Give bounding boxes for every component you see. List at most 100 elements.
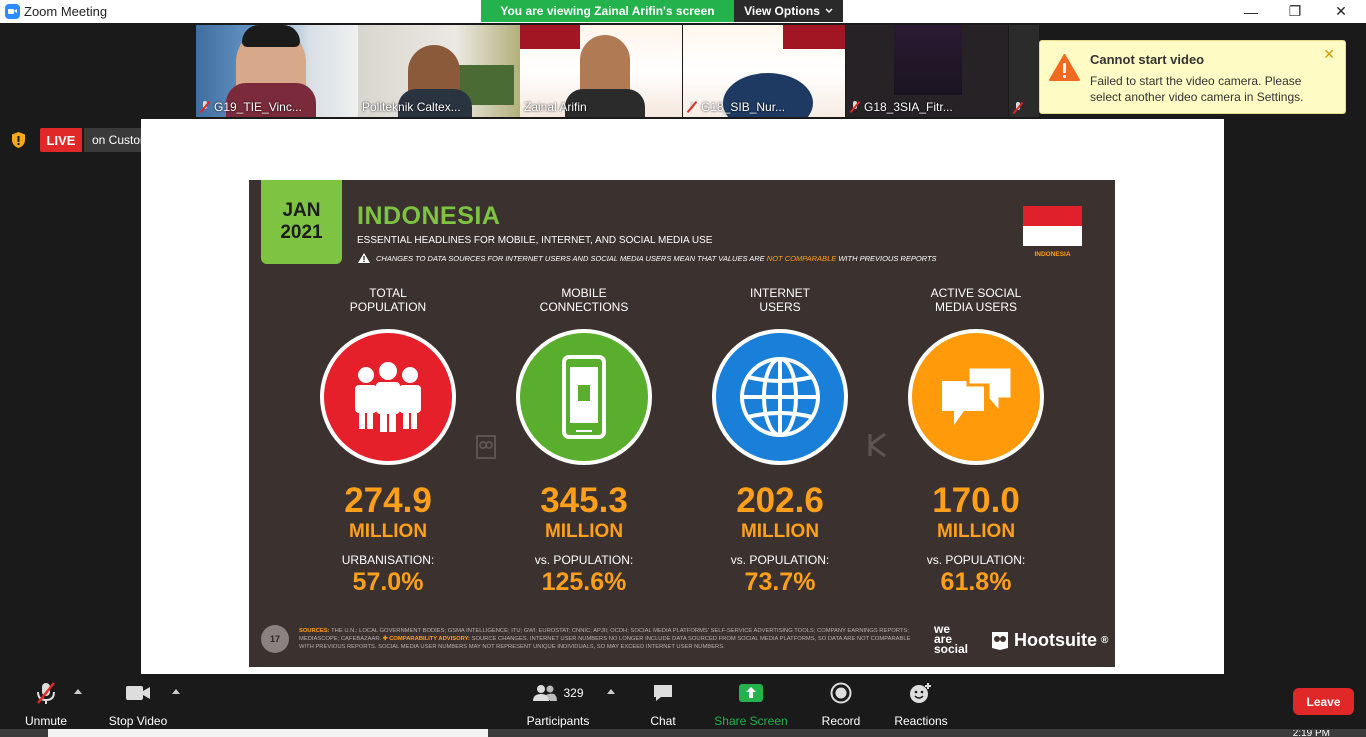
stat-value: 274.9 (344, 481, 432, 520)
mobile-phone-icon (516, 329, 652, 465)
we-are-social-logo: we are social (934, 622, 969, 656)
stat-label: TOTAL POPULATION (349, 286, 427, 314)
stat-sub-value: 57.0% (352, 568, 424, 596)
stat-sub-value: 61.8% (940, 568, 1012, 596)
share-screen-icon (739, 684, 763, 702)
stat-value: 345.3 (540, 481, 628, 520)
stat-label: MOBILE CONNECTIONS (539, 286, 629, 314)
slide-warning: CHANGES TO DATA SOURCES FOR INTERNET USE… (357, 252, 937, 264)
warning-triangle-icon (358, 253, 370, 263)
stat-unit: MILLION (544, 521, 624, 542)
date-month: JAN (282, 200, 321, 221)
cannot-start-video-toast: Cannot start video Failed to start the v… (1039, 40, 1346, 114)
close-window-button[interactable]: ✕ (1318, 0, 1364, 23)
audio-options-caret-icon[interactable] (74, 689, 82, 694)
screen-share-banner: You are viewing Zainal Arifin's screen V… (481, 0, 843, 22)
date-year: 2021 (280, 222, 323, 243)
participant-video-tile[interactable]: G18_SIB_Nur... (683, 25, 845, 117)
participant-name: G18_3SIA_Fitr... (850, 100, 953, 114)
zoom-window: Zoom Meeting — ❐ ✕ You are viewing Zaina… (0, 0, 1366, 737)
participant-name (1013, 102, 1027, 114)
meeting-toolbar: Unmute Stop Video 329 Participants Chat … (0, 675, 1366, 737)
record-button[interactable]: Record (818, 681, 864, 728)
leave-meeting-button[interactable]: Leave (1293, 688, 1354, 715)
viewing-screen-label: You are viewing Zainal Arifin's screen (481, 0, 734, 22)
stat-sub-value: 125.6% (541, 568, 627, 596)
stat-label: ACTIVE SOCIAL MEDIA USERS (930, 286, 1022, 314)
slide-subtitle: ESSENTIAL HEADLINES FOR MOBILE, INTERNET… (357, 235, 713, 246)
stat-value: 170.0 (932, 481, 1020, 520)
chat-button[interactable]: Chat (640, 681, 686, 728)
globe-icon (712, 329, 848, 465)
stat-value: 202.6 (736, 481, 824, 520)
participants-button[interactable]: 329 Participants (524, 681, 592, 728)
hootsuite-logo: Hootsuite ® (990, 629, 1108, 651)
warning-icon (1049, 54, 1080, 81)
reactions-button[interactable]: Reactions (894, 681, 948, 728)
security-shield-icon[interactable] (11, 131, 26, 149)
participants-options-caret-icon[interactable] (607, 689, 615, 694)
taskbar-clock: 2:19 PM (1292, 730, 1330, 737)
stat-sub-value: 73.7% (744, 568, 816, 596)
chat-icon (654, 685, 672, 701)
slide-title: INDONESIA (357, 202, 501, 230)
mic-muted-icon (687, 101, 697, 113)
toast-close-icon[interactable]: ✕ (1323, 46, 1335, 63)
windows-taskbar (0, 729, 1366, 737)
window-title: Zoom Meeting (24, 4, 108, 19)
participant-video-tile[interactable]: Politeknik Caltex... (358, 25, 520, 117)
video-camera-icon (126, 686, 150, 700)
date-badge: JAN 2021 (261, 180, 342, 264)
zoom-app-icon (5, 4, 20, 19)
video-options-caret-icon[interactable] (172, 689, 180, 694)
stat-mobile-connections: MOBILE CONNECTIONS 345.3 MILLION vs. POP… (494, 286, 674, 597)
stat-unit: MILLION (348, 521, 428, 542)
kepios-watermark-icon (868, 432, 886, 458)
stat-sub-label: vs. POPULATION: (926, 553, 1026, 567)
stop-video-button[interactable]: Stop Video (106, 681, 170, 728)
sources-text: SOURCES: THE U.N.; LOCAL GOVERNMENT BODI… (299, 628, 911, 650)
participant-video-tile[interactable] (1009, 25, 1039, 117)
page-number: 17 (261, 625, 289, 653)
share-screen-button[interactable]: Share Screen (713, 681, 789, 728)
unmute-button[interactable]: Unmute (22, 681, 70, 728)
taskbar-search-box[interactable] (48, 729, 488, 737)
stat-sub-label: URBANISATION: (341, 553, 435, 567)
mic-muted-icon (200, 101, 210, 113)
stat-unit: MILLION (936, 521, 1016, 542)
participant-name: G18_SIB_Nur... (687, 100, 785, 114)
toast-title: Cannot start video (1090, 52, 1205, 67)
participants-icon (533, 685, 558, 701)
active-speaker-video-tile[interactable]: Zainal Arifin (520, 25, 682, 117)
stat-internet-users: INTERNET USERS 202.6 MILLION vs. POPULAT… (690, 286, 870, 597)
minimize-button[interactable]: — (1228, 0, 1274, 23)
stat-sub-label: vs. POPULATION: (534, 553, 634, 567)
chat-bubbles-icon (908, 329, 1044, 465)
chevron-down-icon (825, 8, 833, 14)
hootsuite-owl-icon (992, 632, 1008, 650)
stat-unit: MILLION (740, 521, 820, 542)
shared-slide: JAN 2021 INDONESIA ESSENTIAL HEADLINES F… (249, 180, 1115, 667)
live-badge[interactable]: LIVE (40, 128, 82, 152)
stat-social-media-users: ACTIVE SOCIAL MEDIA USERS 170.0 MILLION … (886, 286, 1066, 597)
view-options-button[interactable]: View Options (734, 0, 843, 22)
participant-name: G19_TIE_Vinc... (200, 100, 302, 114)
owl-watermark-icon (476, 435, 496, 459)
view-options-label: View Options (744, 4, 820, 18)
participant-video-tile[interactable]: G19_TIE_Vinc... (196, 25, 358, 117)
record-icon (830, 682, 852, 704)
indonesia-flag (1023, 206, 1082, 246)
reactions-smiley-icon (910, 683, 931, 703)
mic-muted-icon (850, 101, 860, 113)
mic-muted-icon (37, 682, 55, 704)
toast-message: Failed to start the video camera. Please… (1090, 74, 1304, 104)
participants-count: 329 (563, 686, 584, 700)
people-icon (320, 329, 456, 465)
mic-muted-icon (1013, 102, 1023, 114)
stat-sub-label: vs. POPULATION: (730, 553, 830, 567)
stat-label: INTERNET USERS (750, 286, 810, 314)
participant-video-tile[interactable]: G18_3SIA_Fitr... (846, 25, 1008, 117)
stat-total-population: TOTAL POPULATION 274.9 MILLION URBANISAT… (298, 286, 478, 597)
restore-button[interactable]: ❐ (1272, 0, 1318, 23)
participant-name: Politeknik Caltex... (362, 100, 461, 114)
